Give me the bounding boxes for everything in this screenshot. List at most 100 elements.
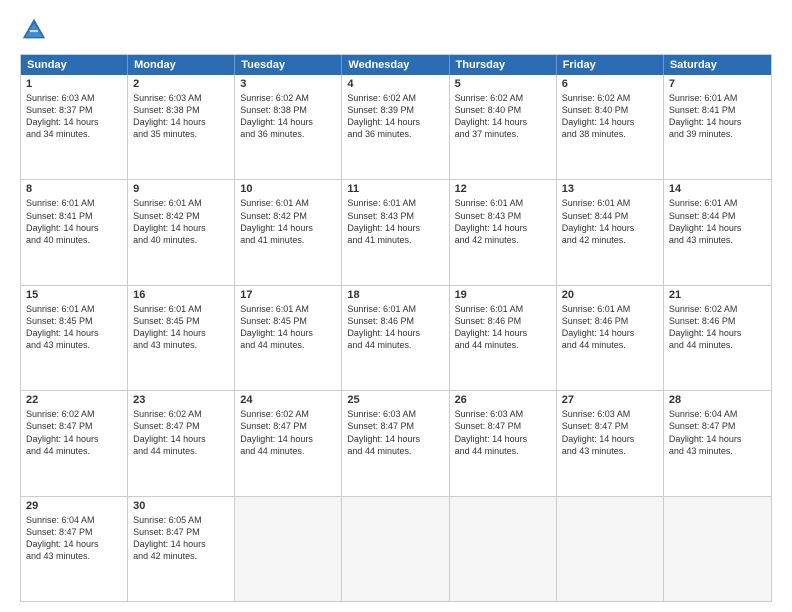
cell-line: Daylight: 14 hours [347,116,443,128]
cell-line: Daylight: 14 hours [240,433,336,445]
page: SundayMondayTuesdayWednesdayThursdayFrid… [0,0,792,612]
cell-line: Sunrise: 6:03 AM [455,408,551,420]
calendar-cell: 12Sunrise: 6:01 AMSunset: 8:43 PMDayligh… [450,180,557,284]
calendar-cell: 2Sunrise: 6:03 AMSunset: 8:38 PMDaylight… [128,75,235,179]
day-number: 13 [562,183,658,195]
cell-line: Sunset: 8:46 PM [455,315,551,327]
cell-line: Sunrise: 6:01 AM [347,303,443,315]
cell-line: Daylight: 14 hours [562,433,658,445]
header [20,16,772,44]
calendar-header: SundayMondayTuesdayWednesdayThursdayFrid… [21,55,771,75]
day-number: 17 [240,289,336,301]
day-number: 8 [26,183,122,195]
calendar-cell: 10Sunrise: 6:01 AMSunset: 8:42 PMDayligh… [235,180,342,284]
cell-line: and 44 minutes. [347,339,443,351]
calendar: SundayMondayTuesdayWednesdayThursdayFrid… [20,54,772,602]
cell-line: and 44 minutes. [240,445,336,457]
calendar-cell: 27Sunrise: 6:03 AMSunset: 8:47 PMDayligh… [557,391,664,495]
day-number: 6 [562,78,658,90]
cell-line: and 42 minutes. [455,234,551,246]
cell-line: and 43 minutes. [26,550,122,562]
day-number: 4 [347,78,443,90]
cell-line: Sunset: 8:47 PM [669,420,766,432]
calendar-cell: 15Sunrise: 6:01 AMSunset: 8:45 PMDayligh… [21,286,128,390]
cell-line: Sunset: 8:38 PM [240,104,336,116]
logo [20,16,52,44]
header-cell-monday: Monday [128,55,235,75]
cell-line: Daylight: 14 hours [133,222,229,234]
day-number: 5 [455,78,551,90]
cell-line: and 43 minutes. [133,339,229,351]
cell-line: Sunrise: 6:01 AM [562,303,658,315]
cell-line: Daylight: 14 hours [347,327,443,339]
cell-line: Daylight: 14 hours [26,327,122,339]
cell-line: Sunset: 8:47 PM [240,420,336,432]
day-number: 14 [669,183,766,195]
calendar-cell [342,497,449,601]
day-number: 3 [240,78,336,90]
header-cell-sunday: Sunday [21,55,128,75]
day-number: 27 [562,394,658,406]
cell-line: and 43 minutes. [26,339,122,351]
cell-line: and 43 minutes. [562,445,658,457]
day-number: 7 [669,78,766,90]
cell-line: and 44 minutes. [133,445,229,457]
cell-line: Sunset: 8:47 PM [133,526,229,538]
day-number: 29 [26,500,122,512]
cell-line: and 38 minutes. [562,128,658,140]
calendar-cell: 23Sunrise: 6:02 AMSunset: 8:47 PMDayligh… [128,391,235,495]
cell-line: Sunrise: 6:01 AM [347,197,443,209]
cell-line: and 39 minutes. [669,128,766,140]
calendar-cell [664,497,771,601]
cell-line: Sunset: 8:41 PM [26,210,122,222]
header-cell-wednesday: Wednesday [342,55,449,75]
cell-line: Daylight: 14 hours [133,433,229,445]
logo-icon [20,16,48,44]
cell-line: and 42 minutes. [133,550,229,562]
calendar-cell: 30Sunrise: 6:05 AMSunset: 8:47 PMDayligh… [128,497,235,601]
cell-line: Sunrise: 6:01 AM [26,197,122,209]
cell-line: and 44 minutes. [455,445,551,457]
day-number: 15 [26,289,122,301]
cell-line: Sunset: 8:37 PM [26,104,122,116]
day-number: 11 [347,183,443,195]
cell-line: Daylight: 14 hours [26,116,122,128]
cell-line: Sunrise: 6:02 AM [133,408,229,420]
cell-line: Daylight: 14 hours [669,116,766,128]
day-number: 25 [347,394,443,406]
cell-line: Sunrise: 6:01 AM [669,197,766,209]
day-number: 20 [562,289,658,301]
cell-line: Sunset: 8:44 PM [562,210,658,222]
cell-line: Daylight: 14 hours [347,222,443,234]
calendar-cell: 25Sunrise: 6:03 AMSunset: 8:47 PMDayligh… [342,391,449,495]
cell-line: and 37 minutes. [455,128,551,140]
cell-line: and 36 minutes. [347,128,443,140]
cell-line: and 35 minutes. [133,128,229,140]
day-number: 18 [347,289,443,301]
calendar-cell: 26Sunrise: 6:03 AMSunset: 8:47 PMDayligh… [450,391,557,495]
calendar-cell [235,497,342,601]
calendar-row-5: 29Sunrise: 6:04 AMSunset: 8:47 PMDayligh… [21,496,771,601]
cell-line: Sunset: 8:46 PM [347,315,443,327]
cell-line: Sunset: 8:46 PM [562,315,658,327]
calendar-cell: 21Sunrise: 6:02 AMSunset: 8:46 PMDayligh… [664,286,771,390]
cell-line: and 44 minutes. [347,445,443,457]
cell-line: Sunset: 8:43 PM [455,210,551,222]
calendar-cell: 17Sunrise: 6:01 AMSunset: 8:45 PMDayligh… [235,286,342,390]
cell-line: Sunset: 8:47 PM [562,420,658,432]
day-number: 2 [133,78,229,90]
cell-line: Daylight: 14 hours [669,327,766,339]
calendar-cell: 11Sunrise: 6:01 AMSunset: 8:43 PMDayligh… [342,180,449,284]
calendar-cell [557,497,664,601]
calendar-cell: 19Sunrise: 6:01 AMSunset: 8:46 PMDayligh… [450,286,557,390]
cell-line: Daylight: 14 hours [26,433,122,445]
cell-line: and 44 minutes. [240,339,336,351]
cell-line: Sunset: 8:47 PM [133,420,229,432]
cell-line: Sunrise: 6:05 AM [133,514,229,526]
cell-line: Daylight: 14 hours [455,327,551,339]
calendar-cell: 5Sunrise: 6:02 AMSunset: 8:40 PMDaylight… [450,75,557,179]
cell-line: and 44 minutes. [26,445,122,457]
calendar-cell: 16Sunrise: 6:01 AMSunset: 8:45 PMDayligh… [128,286,235,390]
cell-line: Sunset: 8:47 PM [26,420,122,432]
cell-line: Daylight: 14 hours [562,222,658,234]
